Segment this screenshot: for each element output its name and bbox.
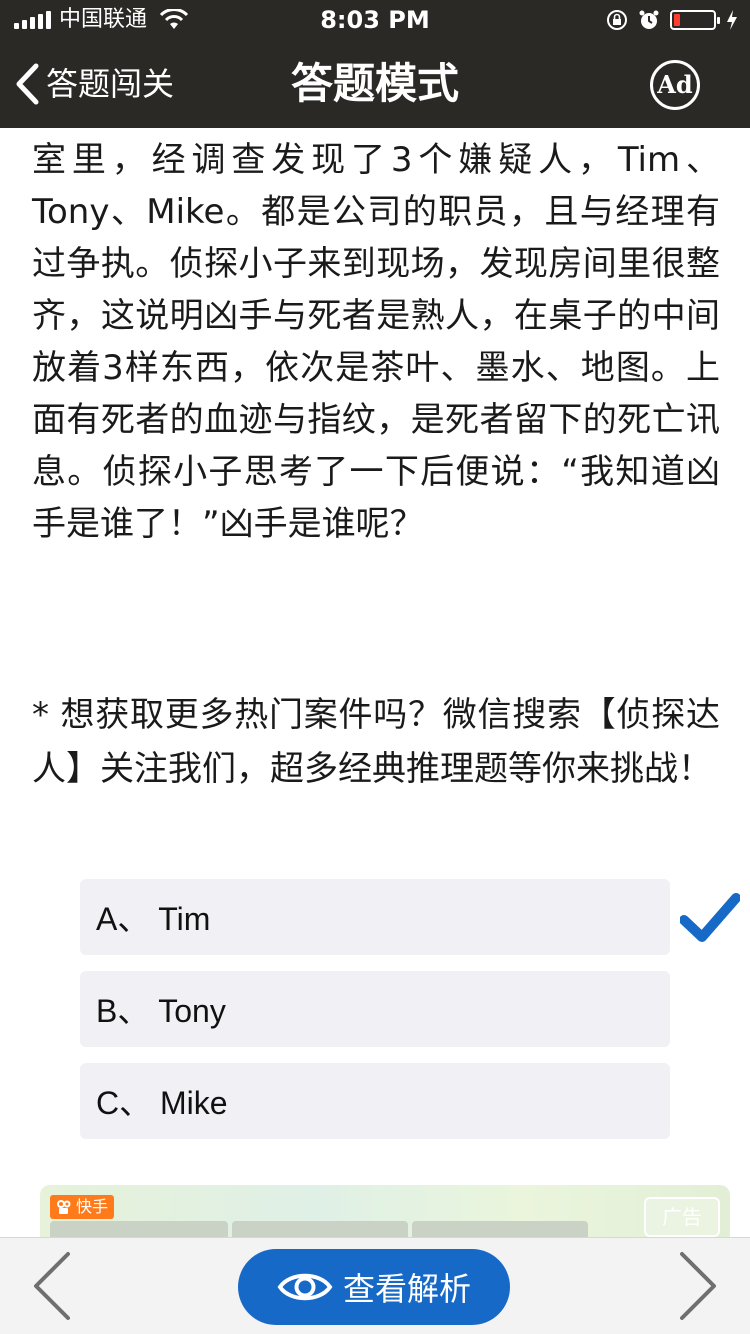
prev-arrow-icon[interactable] <box>28 1250 76 1322</box>
option-a[interactable]: A、 Tim <box>80 879 670 955</box>
battery-level <box>674 14 680 26</box>
bottom-toolbar: 查看解析 <box>0 1237 750 1334</box>
option-c[interactable]: C、 Mike <box>80 1063 670 1139</box>
orientation-lock-icon <box>607 10 627 30</box>
battery-icon <box>670 10 720 30</box>
promo-text: * 想获取更多热门案件吗？微信搜索【侦探达人】关注我们，超多经典推理题等你来挑战… <box>32 695 720 789</box>
kuaishou-logo-icon <box>57 1200 71 1214</box>
ad-brand-badge: 快手 <box>50 1195 115 1219</box>
ad-banner[interactable]: 快手 广告 <box>40 1185 730 1245</box>
ad-icon[interactable]: Ad <box>650 60 700 110</box>
page-title: 答题模式 <box>290 59 459 108</box>
view-analysis-label: 查看解析 <box>342 1270 471 1308</box>
alarm-icon <box>639 10 659 29</box>
charging-icon <box>727 10 737 30</box>
check-icon <box>680 893 740 942</box>
question-text: 室里，经调查发现了3个嫌疑人，Tim、Tony、Mike。都是公司的职员，且与经… <box>32 140 720 544</box>
nav-bar: 答题闯关 答题模式 Ad <box>0 40 750 128</box>
status-bar: 中国联通 8:03 PM <box>0 0 750 40</box>
status-right <box>606 6 738 34</box>
option-b[interactable]: B、 Tony <box>80 971 670 1047</box>
next-arrow-icon[interactable] <box>674 1250 722 1322</box>
eye-icon <box>277 1273 333 1301</box>
ad-brand-label: 快手 <box>76 1197 109 1216</box>
view-analysis-button[interactable]: 查看解析 <box>238 1249 510 1325</box>
ad-tag: 广告 <box>644 1197 720 1237</box>
